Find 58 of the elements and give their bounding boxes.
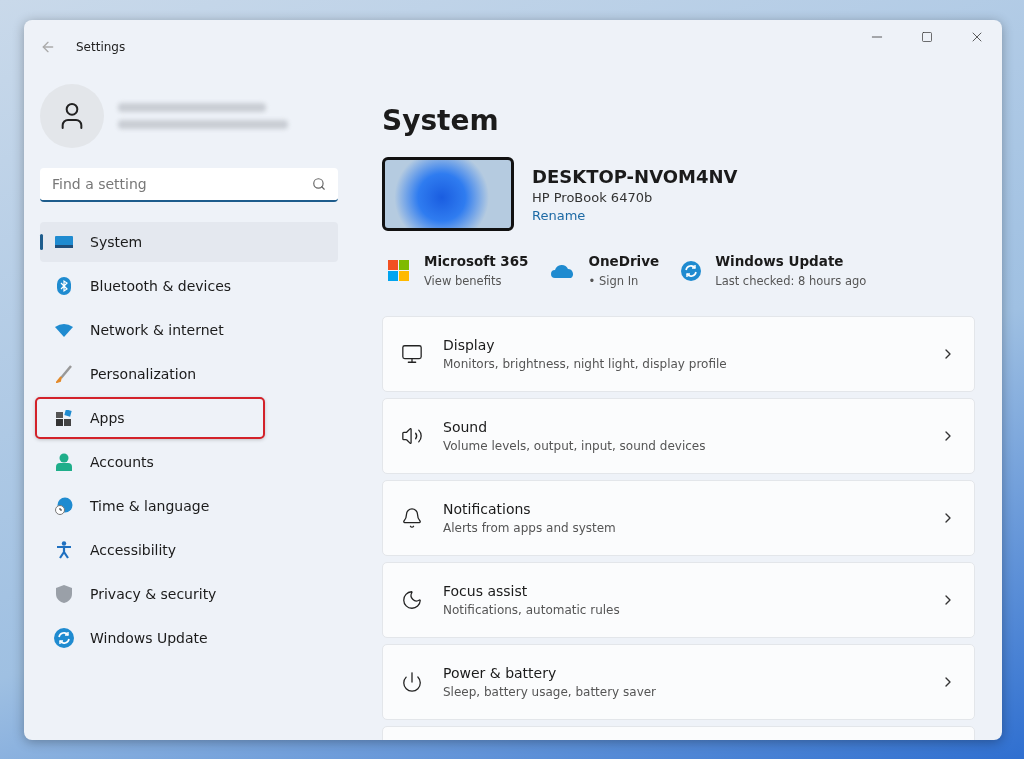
card-subtitle: Alerts from apps and system xyxy=(443,521,617,535)
window-title: Settings xyxy=(76,40,127,54)
search-input[interactable]: Find a setting xyxy=(50,175,312,193)
nav-item[interactable]: Time & language xyxy=(40,486,338,526)
quick-link-subtitle: View benefits xyxy=(424,274,503,288)
card-subtitle: Monitors, brightness, night light, display profile xyxy=(443,357,728,371)
settings-card[interactable]: Display Monitors, brightness, night light, display profile xyxy=(382,316,975,392)
quick-link-subtitle: • Sign In xyxy=(588,274,640,288)
laptop-icon xyxy=(55,236,73,248)
nav-item[interactable]: Accounts xyxy=(40,442,338,482)
card-subtitle: Notifications, automatic rules xyxy=(443,603,621,617)
cloud-icon xyxy=(550,263,575,278)
quick-link-title[interactable]: Microsoft 365 xyxy=(424,253,529,269)
bluetooth-icon xyxy=(57,277,71,295)
search-field[interactable]: Find a setting xyxy=(40,168,338,202)
nav-item[interactable]: Bluetooth & devices xyxy=(40,266,338,306)
sync-icon xyxy=(681,260,702,281)
nav-item[interactable]: Network & internet xyxy=(40,310,338,350)
page-title: System xyxy=(382,104,500,137)
nav-item[interactable]: Privacy & security xyxy=(40,574,338,614)
card-subtitle: Sleep, battery usage, battery saver xyxy=(443,685,658,699)
rename-link[interactable]: Rename xyxy=(532,207,738,223)
globe-clock-icon xyxy=(55,497,73,515)
card-title: Notifications xyxy=(443,501,532,517)
nav-item[interactable]: Personalization xyxy=(40,354,338,394)
apps-icon xyxy=(56,410,72,426)
device-model: HP ProBook 6470b xyxy=(532,189,654,205)
nav-item[interactable]: System xyxy=(40,222,338,262)
monitor-icon xyxy=(401,343,423,365)
settings-card[interactable]: Notifications Alerts from apps and system xyxy=(382,480,975,556)
card-title: Power & battery xyxy=(443,665,558,681)
wifi-icon xyxy=(55,323,73,337)
power-icon xyxy=(401,671,423,693)
bell-icon xyxy=(401,507,423,529)
speaker-icon xyxy=(401,425,423,447)
settings-card[interactable]: Power & battery Sleep, battery usage, battery saver xyxy=(382,644,975,720)
card-title: Focus assist xyxy=(443,583,529,599)
settings-card[interactable]: Sound Volume levels, output, input, sound devices xyxy=(382,398,975,474)
shield-icon xyxy=(56,585,72,603)
moon-icon xyxy=(401,589,423,611)
sync-icon xyxy=(54,628,74,648)
card-subtitle: Volume levels, output, input, sound devices xyxy=(443,439,707,453)
accessibility-icon xyxy=(56,541,72,559)
card-title: Sound xyxy=(443,419,489,435)
nav-item[interactable]: Windows Update xyxy=(40,618,338,658)
card-title: Display xyxy=(443,337,496,353)
quick-link-subtitle: Last checked: 8 hours ago xyxy=(715,274,867,288)
device-name: DESKTOP-NVOM4NV xyxy=(532,165,738,187)
person-icon xyxy=(56,453,72,471)
quick-link-title[interactable]: OneDrive xyxy=(588,253,660,269)
search-icon xyxy=(312,177,326,191)
nav-item[interactable]: Accessibility xyxy=(40,530,338,570)
four-squares-icon xyxy=(388,259,410,282)
quick-link-title[interactable]: Windows Update xyxy=(715,253,867,269)
nav-item[interactable]: Apps xyxy=(36,398,264,438)
brush-icon xyxy=(56,365,72,383)
maximize-icon[interactable] xyxy=(921,31,933,43)
settings-card[interactable]: Focus assist Notifications, automatic rules xyxy=(382,562,975,638)
